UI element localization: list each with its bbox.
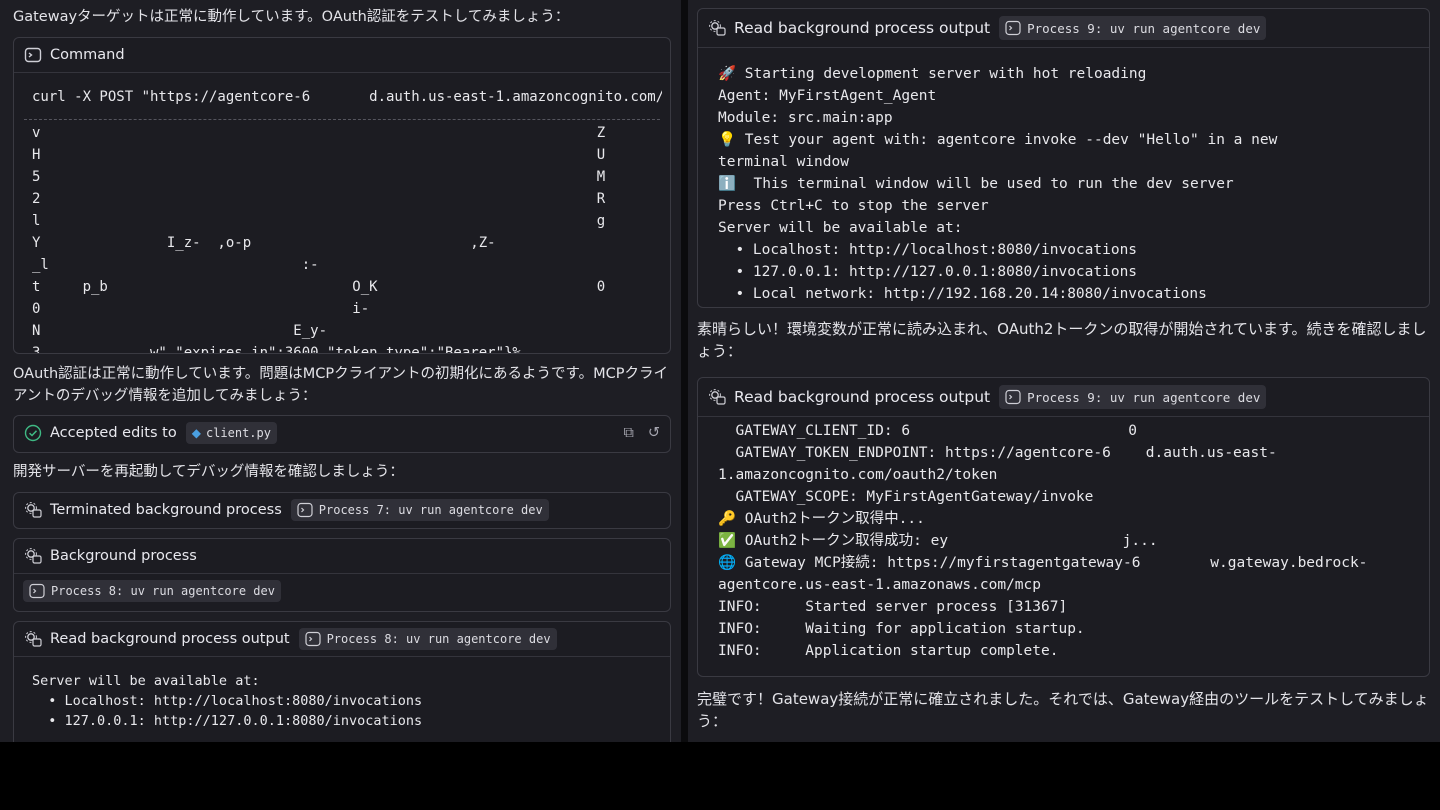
output-line: H U [32,147,606,163]
process-gear-icon [24,630,42,648]
command-card-header[interactable]: Command [14,38,670,73]
output-line: • 127.0.0.1: http://127.0.0.1:8080/invoc… [718,264,1138,280]
output-line: l g [32,213,606,229]
command-output: v ZH U5 M 2 R l g Y I_z- ,o-p ,Z- _l:- … [32,122,662,354]
process-gear-icon [24,501,42,519]
process-gear-icon [708,19,726,37]
process-chip-label: Process 8: uv run agentcore dev [326,632,551,646]
terminated-process-label: Terminated background process [50,502,282,518]
output-line: GATEWAY_CLIENT_ID: 6 0 [718,423,1138,439]
terminal-icon [1005,389,1021,405]
background-process-card: Background process Process 8: uv run age… [13,538,671,612]
diff-view-icon[interactable]: ⧉ [623,425,633,441]
process-chip[interactable]: Process 8: uv run agentcore dev [23,580,281,602]
output-line: Y I_z- ,o-p ,Z- [32,235,496,251]
terminal-icon [304,631,321,647]
process-gear-icon [24,547,42,565]
process-chip[interactable]: Process 9: uv run agentcore dev [999,385,1267,409]
process-chip-label: Process 9: uv run agentcore dev [1027,389,1261,405]
output-line: 🚀 Starting development server with hot r… [718,66,1147,82]
output-line: • Localhost: http://localhost:8080/invoc… [32,693,423,709]
process-output-9a: 🚀 Starting development server with hot r… [718,63,1277,305]
assistant-message-right-2: 完璧です！Gateway接続が正常に確立されました。それでは、Gateway経由… [697,690,1429,730]
read-output-card-8: Read background process output Process 8… [13,621,671,742]
output-line: INFO: Application startup complete. [718,643,1059,659]
output-line: 🌐 Gateway MCP接続: https://myfirstagentgat… [718,555,1368,571]
read-output-card-9b: Read background process output Process 9… [697,377,1430,677]
output-line: 1.amazoncognito.com/oauth2/token [718,467,998,483]
output-line: INFO: Waiting for application startup. [718,621,1085,637]
output-line: GATEWAY_TOKEN_ENDPOINT: https://agentcor… [718,445,1277,461]
assistant-message-intro: Gatewayターゲットは正常に動作しています。OAuth認証をテストしてみまし… [13,9,570,25]
output-line: _l :- [32,257,319,273]
output-line: 💡 Test your agent with: agentcore invoke… [718,132,1278,148]
read-output-header-8[interactable]: Read background process output Process 8… [14,622,670,657]
background-process-header[interactable]: Background process [14,539,670,574]
terminal-icon [297,502,313,518]
output-line: • 127.0.0.1: http://127.0.0.1:8080/invoc… [32,713,423,729]
output-line: ✅ OAuth2トークン取得成功: ey j... [718,533,1158,549]
output-line: 3 .w","expires_in":3600,"token_type":"Be… [32,345,521,354]
output-line: 🔑 OAuth2トークン取得中... [718,511,925,527]
output-divider [24,119,660,120]
process-output-9b: GATEWAY_CLIENT_ID: 6 0 GATEWAY_TOKEN_END… [718,420,1367,662]
output-line: Server will be available at: [718,220,963,236]
read-output-header-9b[interactable]: Read background process output Process 9… [698,378,1429,417]
read-output-header-9a[interactable]: Read background process output Process 9… [698,9,1429,48]
output-line: 0 i- [32,301,370,317]
output-line: ℹ️ This terminal window will be used to … [718,176,1234,192]
pane-divider[interactable] [681,0,688,742]
command-text: curl -X POST "https://agentcore-6 d.auth… [32,89,662,105]
process-chip-label: Process 8: uv run agentcore dev [51,584,275,598]
read-output-label: Read background process output [734,388,991,406]
terminated-process-card: Terminated background process Process 7:… [13,492,671,529]
process-gear-icon [708,388,726,406]
undo-icon[interactable]: ↺ [648,425,660,441]
process-chip[interactable]: Process 8: uv run agentcore dev [298,628,557,650]
read-output-card-9a: Read background process output Process 9… [697,8,1430,308]
accepted-edits-card: Accepted edits to ◆ client.py ⧉ ↺ [13,415,671,453]
process-chip[interactable]: Process 7: uv run agentcore dev [290,499,549,521]
process-output-8: Server will be available at: • Localhost… [32,671,422,731]
terminated-process-row[interactable]: Terminated background process Process 7:… [14,493,670,527]
process-chip-label: Process 7: uv run agentcore dev [318,503,543,517]
background-process-label: Background process [50,548,197,564]
output-line: t p_b O_K 0 [32,279,606,295]
process-chip-label: Process 9: uv run agentcore dev [1027,20,1261,36]
accepted-edits-label: Accepted edits to [50,425,177,441]
file-chip-label: client.py [205,426,271,440]
output-line: terminal window [718,154,849,170]
read-output-label: Read background process output [734,19,991,37]
output-line: agentcore.us-east-1.amazonaws.com/mcp [718,577,1042,593]
assistant-message-right-1: 素晴らしい！環境変数が正常に読み込まれ、OAuth2トークンの取得が開始されてい… [697,320,1427,360]
output-line: v Z [32,125,606,141]
output-line: 5 M [32,169,606,185]
process-chip[interactable]: Process 9: uv run agentcore dev [999,16,1267,40]
output-line: • Localhost: http://localhost:8080/invoc… [718,242,1138,258]
output-line: 2 R [32,191,606,207]
right-chat-pane[interactable]: Read background process output Process 9… [688,0,1440,742]
output-line: Module: src.main:app [718,110,893,126]
terminal-icon [1005,20,1021,36]
output-line: • Local network: http://192.168.20.14:80… [718,286,1207,302]
assistant-message-3: 開発サーバーを再起動してデバッグ情報を確認しましょう： [13,464,404,480]
left-chat-pane[interactable]: Gatewayターゲットは正常に動作しています。OAuth認証をテストしてみまし… [0,0,681,742]
check-circle-icon [24,424,42,442]
output-line: Server will be available at: [32,673,260,689]
read-output-label: Read background process output [50,631,290,647]
file-chip[interactable]: ◆ client.py [185,422,277,444]
output-line: Press Ctrl+C to stop the server [718,198,989,214]
output-line: INFO: Started server process [31367] [718,599,1068,615]
output-line: Agent: MyFirstAgent_Agent [718,88,937,104]
output-line: GATEWAY_SCOPE: MyFirstAgentGateway/invok… [718,489,1094,505]
terminal-icon [29,583,45,599]
terminal-icon [24,46,42,64]
command-card: Command curl -X POST "https://agentcore-… [13,37,671,354]
bottom-empty-area [0,742,1440,810]
accepted-edits-row: Accepted edits to ◆ client.py ⧉ ↺ [14,416,670,450]
output-line: N E_y- [32,323,328,339]
assistant-message-2: OAuth認証は正常に動作しています。問題はMCPクライアントの初期化にあるよう… [13,366,668,404]
command-card-title: Command [50,47,125,63]
python-file-icon: ◆ [191,426,201,440]
